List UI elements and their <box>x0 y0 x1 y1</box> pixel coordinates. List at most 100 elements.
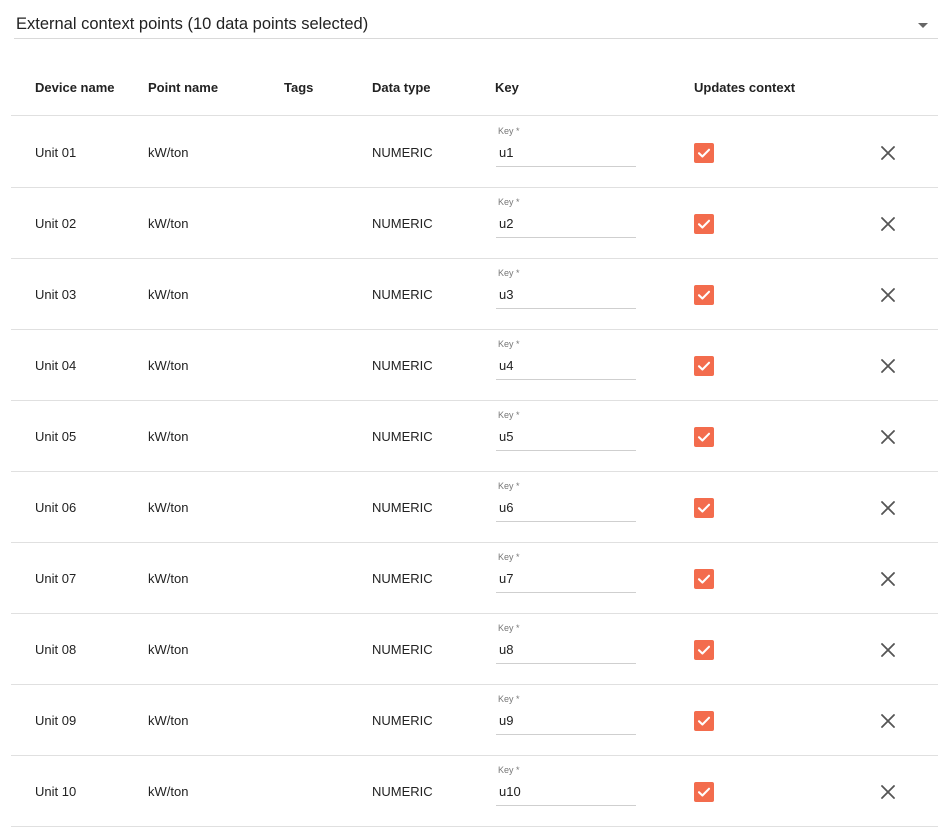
key-field[interactable]: Key * <box>496 480 637 522</box>
point-name-cell: kW/ton <box>148 358 189 373</box>
remove-row-button[interactable] <box>876 780 900 804</box>
key-input[interactable] <box>496 285 637 303</box>
key-field[interactable]: Key * <box>496 409 637 451</box>
key-field-label: Key * <box>498 126 520 136</box>
key-input[interactable] <box>496 711 637 729</box>
updates-context-checkbox[interactable] <box>694 498 714 518</box>
point-name-cell: kW/ton <box>148 500 189 515</box>
arrow-drop-down-icon[interactable] <box>918 23 928 28</box>
close-icon <box>881 501 895 515</box>
device-name-cell: Unit 04 <box>35 358 77 373</box>
key-field-label: Key * <box>498 481 520 491</box>
close-icon <box>881 430 895 444</box>
table-row: Unit 06 kW/ton NUMERIC Key * <box>11 472 938 543</box>
header-tags[interactable]: Tags <box>284 80 313 95</box>
remove-row-button[interactable] <box>876 283 900 307</box>
key-input[interactable] <box>496 569 637 587</box>
data-type-cell: NUMERIC <box>372 358 433 373</box>
header-updates-context[interactable]: Updates context <box>694 80 795 95</box>
key-input[interactable] <box>496 782 637 800</box>
point-name-cell: kW/ton <box>148 216 189 231</box>
key-field[interactable]: Key * <box>496 693 637 735</box>
context-points-select-value: External context points (10 data points … <box>16 15 369 33</box>
key-field[interactable]: Key * <box>496 764 637 806</box>
remove-row-button[interactable] <box>876 638 900 662</box>
checkmark-icon <box>697 503 711 513</box>
point-name-cell: kW/ton <box>148 642 189 657</box>
data-type-cell: NUMERIC <box>372 500 433 515</box>
point-name-cell: kW/ton <box>148 713 189 728</box>
checkmark-icon <box>697 432 711 442</box>
data-type-cell: NUMERIC <box>372 571 433 586</box>
table-row: Unit 10 kW/ton NUMERIC Key * <box>11 756 938 827</box>
key-input[interactable] <box>496 214 637 232</box>
key-field[interactable]: Key * <box>496 196 637 238</box>
remove-row-button[interactable] <box>876 141 900 165</box>
table-row: Unit 01 kW/ton NUMERIC Key * <box>11 117 938 188</box>
device-name-cell: Unit 09 <box>35 713 77 728</box>
key-input[interactable] <box>496 143 637 161</box>
point-name-cell: kW/ton <box>148 287 189 302</box>
key-input[interactable] <box>496 640 637 658</box>
updates-context-checkbox[interactable] <box>694 214 714 234</box>
point-name-cell: kW/ton <box>148 429 189 444</box>
key-field-label: Key * <box>498 197 520 207</box>
key-input[interactable] <box>496 356 637 374</box>
header-data-type[interactable]: Data type <box>372 80 431 95</box>
updates-context-checkbox[interactable] <box>694 640 714 660</box>
close-icon <box>881 572 895 586</box>
checkmark-icon <box>697 361 711 371</box>
header-point-name[interactable]: Point name <box>148 80 218 95</box>
key-field[interactable]: Key * <box>496 338 637 380</box>
point-name-cell: kW/ton <box>148 784 189 799</box>
table-row: Unit 03 kW/ton NUMERIC Key * <box>11 259 938 330</box>
remove-row-button[interactable] <box>876 425 900 449</box>
key-field[interactable]: Key * <box>496 125 637 167</box>
close-icon <box>881 643 895 657</box>
updates-context-checkbox[interactable] <box>694 285 714 305</box>
updates-context-checkbox[interactable] <box>694 569 714 589</box>
close-icon <box>881 217 895 231</box>
remove-row-button[interactable] <box>876 567 900 591</box>
updates-context-checkbox[interactable] <box>694 782 714 802</box>
context-points-select[interactable]: External context points (10 data points … <box>14 8 938 39</box>
remove-row-button[interactable] <box>876 212 900 236</box>
remove-row-button[interactable] <box>876 354 900 378</box>
updates-context-checkbox[interactable] <box>694 427 714 447</box>
key-input[interactable] <box>496 427 637 445</box>
device-name-cell: Unit 07 <box>35 571 77 586</box>
device-name-cell: Unit 02 <box>35 216 77 231</box>
key-input[interactable] <box>496 498 637 516</box>
table-row: Unit 09 kW/ton NUMERIC Key * <box>11 685 938 756</box>
checkmark-icon <box>697 290 711 300</box>
updates-context-checkbox[interactable] <box>694 711 714 731</box>
remove-row-button[interactable] <box>876 709 900 733</box>
header-key[interactable]: Key <box>495 80 519 95</box>
table-header: Device name Point name Tags Data type Ke… <box>11 64 938 116</box>
checkmark-icon <box>697 645 711 655</box>
remove-row-button[interactable] <box>876 496 900 520</box>
device-name-cell: Unit 05 <box>35 429 77 444</box>
data-type-cell: NUMERIC <box>372 287 433 302</box>
checkmark-icon <box>697 574 711 584</box>
header-device-name[interactable]: Device name <box>35 80 115 95</box>
checkmark-icon <box>697 716 711 726</box>
key-field[interactable]: Key * <box>496 267 637 309</box>
key-field[interactable]: Key * <box>496 551 637 593</box>
key-field-label: Key * <box>498 552 520 562</box>
table-row: Unit 02 kW/ton NUMERIC Key * <box>11 188 938 259</box>
device-name-cell: Unit 03 <box>35 287 77 302</box>
device-name-cell: Unit 06 <box>35 500 77 515</box>
checkmark-icon <box>697 148 711 158</box>
checkmark-icon <box>697 787 711 797</box>
key-field-label: Key * <box>498 694 520 704</box>
device-name-cell: Unit 10 <box>35 784 77 799</box>
key-field[interactable]: Key * <box>496 622 637 664</box>
updates-context-checkbox[interactable] <box>694 356 714 376</box>
data-type-cell: NUMERIC <box>372 713 433 728</box>
table-row: Unit 08 kW/ton NUMERIC Key * <box>11 614 938 685</box>
data-type-cell: NUMERIC <box>372 216 433 231</box>
updates-context-checkbox[interactable] <box>694 143 714 163</box>
key-field-label: Key * <box>498 268 520 278</box>
data-type-cell: NUMERIC <box>372 784 433 799</box>
